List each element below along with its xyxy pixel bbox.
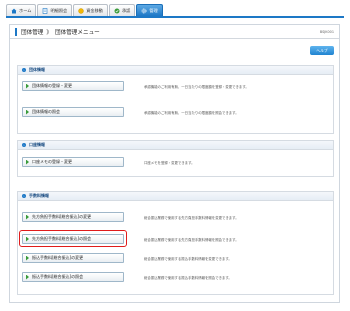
check-icon (114, 8, 120, 14)
section-bullet-icon: › (22, 193, 26, 198)
button-label: 団体情報の登録・変更 (32, 83, 72, 88)
section-title: 口座情報 (29, 142, 45, 147)
menu-row: 振込手数料[総合振込]の変更 (22, 253, 124, 263)
menu-description: 総合振込業務で使用する振込手数料情報を照会できます。 (144, 276, 232, 280)
screen-code: BSJK001 (319, 30, 334, 34)
button-label: 振込手数料[総合振込]の変更 (32, 255, 84, 260)
breadcrumb-separator: 》 (46, 29, 52, 36)
payee-fee-change-button[interactable]: 先方負担手数料[総合振込]の変更 (22, 212, 124, 222)
page-title: 団体管理メニュー (55, 29, 100, 36)
arrow-right-icon (26, 255, 29, 261)
arrow-right-icon (26, 83, 29, 89)
money-icon (78, 7, 84, 14)
section-account-info: › 口座情報 口座メモの登録・変更 口座メモを登録・変更できます。 (17, 140, 334, 177)
section-title: 団体情報 (29, 67, 45, 72)
section-header: › 口座情報 (18, 141, 333, 150)
section-bullet-icon: › (22, 67, 26, 72)
menu-description: 総合振込業務で使用する先方負担手数料情報を変更できます。 (144, 216, 239, 220)
button-label: 口座メモの登録・変更 (32, 159, 72, 164)
menu-description: 総合振込業務で使用する振込手数料情報を変更できます。 (144, 257, 232, 261)
button-label: 振込手数料[総合振込]の照会 (32, 274, 84, 279)
menu-row: 先方負担手数料[総合振込]の変更 (22, 212, 124, 222)
main-tab-bar: ホーム 明細照会 資金移動 承認 管理 (6, 4, 163, 16)
section-fee-info: › 手数料情報 先方負担手数料[総合振込]の変更 総合振込業務で使用する先方負担… (17, 191, 334, 295)
button-label: 先方負担手数料[総合振込]の変更 (32, 214, 92, 219)
tab-fund-transfer-label: 資金移動 (86, 7, 103, 13)
main-panel: 団体管理 》 団体管理メニュー BSJK001 ヘルプ › 団体情報 団体情報の… (9, 24, 340, 303)
section-bullet-icon: › (22, 142, 26, 147)
tab-statement-inquiry[interactable]: 明細照会 (37, 4, 73, 16)
tab-home-label: ホーム (19, 7, 32, 13)
org-info-register-button[interactable]: 団体情報の登録・変更 (22, 81, 124, 91)
menu-description: 総合振込業務で使用する先方負担手数料情報を照会できます。 (144, 238, 239, 242)
transfer-fee-change-button[interactable]: 振込手数料[総合振込]の変更 (22, 253, 124, 263)
button-label: 団体情報の照会 (32, 109, 60, 114)
title-marker (15, 27, 17, 36)
tab-approval-label: 承認 (121, 7, 131, 13)
arrow-right-icon (26, 109, 29, 115)
arrow-right-icon (26, 274, 29, 280)
menu-row: 振込手数料[総合振込]の照会 (22, 272, 124, 282)
help-button[interactable]: ヘルプ (310, 46, 334, 55)
tab-management-label: 管理 (149, 7, 158, 13)
document-icon (42, 7, 48, 14)
section-header: › 手数料情報 (18, 192, 333, 201)
org-info-inquiry-button[interactable]: 団体情報の照会 (22, 107, 124, 117)
tab-statement-inquiry-label: 明細照会 (50, 7, 68, 13)
menu-description: 口座メモを登録・変更できます。 (144, 161, 195, 165)
transfer-fee-inquiry-button[interactable]: 振込手数料[総合振込]の照会 (22, 272, 124, 282)
section-title: 手数料情報 (29, 193, 49, 198)
menu-description: 承認機能のご利用有無、一日当たりの限度額を照会できます。 (144, 111, 239, 115)
tab-management[interactable]: 管理 (136, 4, 163, 16)
section-organization-info: › 団体情報 団体情報の登録・変更 承認機能のご利用有無、一日当たりの限度額を登… (17, 65, 334, 134)
section-header: › 団体情報 (18, 66, 333, 75)
menu-row: 口座メモの登録・変更 (22, 157, 124, 167)
account-memo-register-button[interactable]: 口座メモの登録・変更 (22, 157, 124, 167)
arrow-right-icon (26, 214, 29, 220)
menu-description: 承認機能のご利用有無、一日当たりの限度額を登録・変更できます。 (144, 85, 249, 89)
breadcrumb-root: 団体管理 (21, 29, 44, 36)
arrow-right-icon (26, 159, 29, 165)
menu-row: 団体情報の照会 (22, 107, 124, 117)
tab-home[interactable]: ホーム (6, 4, 37, 16)
page-title-bar: 団体管理 》 団体管理メニュー BSJK001 (10, 25, 339, 39)
home-icon (11, 8, 17, 14)
selection-highlight (19, 230, 127, 247)
menu-row: 団体情報の登録・変更 (22, 81, 124, 91)
tab-approval[interactable]: 承認 (108, 4, 136, 16)
gear-icon (141, 8, 147, 14)
tab-fund-transfer[interactable]: 資金移動 (73, 4, 108, 16)
tab-underline (6, 16, 344, 18)
